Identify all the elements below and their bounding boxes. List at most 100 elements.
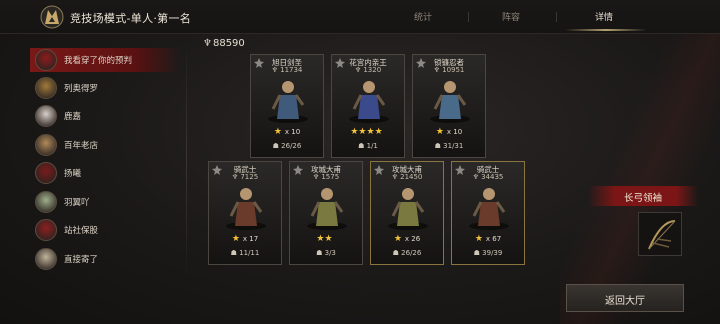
tab-statistics[interactable]: 统计 bbox=[414, 10, 432, 23]
player-item[interactable]: 鹿嘉 bbox=[30, 104, 180, 128]
unit-portrait bbox=[226, 188, 266, 230]
star-icons: ★ bbox=[273, 127, 282, 137]
star-rating: ★ x 26 bbox=[371, 234, 443, 244]
unit-multiplier: x 10 bbox=[284, 128, 301, 136]
star-icons: ★★ bbox=[316, 234, 333, 244]
power-icon: ♆ bbox=[203, 38, 212, 49]
unit-power: ♆ 1575 bbox=[290, 173, 362, 181]
unit-card[interactable]: 骑武士 ♆ 7125 ★ x 17 ☗ 11/11 bbox=[208, 161, 282, 265]
star-icons: ★ bbox=[231, 234, 240, 244]
troops-icon: ☗ bbox=[230, 249, 240, 257]
star-rating: ★ x 17 bbox=[209, 234, 281, 244]
player-name: 站社保股 bbox=[64, 226, 99, 236]
unit-power: ♆ 11734 bbox=[251, 66, 323, 74]
troop-count-value: 26/26 bbox=[281, 142, 302, 150]
item-slot[interactable] bbox=[638, 212, 682, 256]
tab-divider bbox=[468, 12, 469, 22]
star-icons: ★ bbox=[435, 127, 444, 137]
troop-count: ☗ 26/26 bbox=[251, 142, 323, 150]
player-item[interactable]: 羽翼吖 bbox=[30, 190, 180, 214]
avatar bbox=[35, 49, 57, 71]
star-icons: ★★★★ bbox=[350, 127, 383, 137]
player-name: 鹿嘉 bbox=[64, 112, 82, 122]
page-title: 竞技场模式-单人·第一名 bbox=[70, 12, 192, 25]
unit-power-value: 1575 bbox=[321, 173, 340, 181]
troop-count: ☗ 31/31 bbox=[413, 142, 485, 150]
total-power: ♆88590 bbox=[203, 38, 245, 49]
power-icon: ♆ bbox=[391, 173, 401, 181]
unit-portrait bbox=[388, 188, 428, 230]
troops-icon: ☗ bbox=[434, 142, 444, 150]
avatar bbox=[35, 105, 57, 127]
power-value: 88590 bbox=[212, 38, 245, 49]
return-lobby-label: 返回大厅 bbox=[605, 296, 645, 307]
player-item[interactable]: 直接寄了 bbox=[30, 247, 180, 271]
troop-count-value: 31/31 bbox=[443, 142, 464, 150]
troops-icon: ☗ bbox=[473, 249, 483, 257]
player-item[interactable]: 站社保股 bbox=[30, 218, 180, 242]
helmet-logo-icon bbox=[40, 5, 64, 29]
player-name: 扬曦 bbox=[64, 169, 82, 179]
troop-count: ☗ 11/11 bbox=[209, 249, 281, 257]
star-icons: ★ bbox=[393, 234, 402, 244]
return-lobby-button[interactable]: 返回大厅 bbox=[566, 284, 684, 312]
star-icons: ★ bbox=[474, 234, 483, 244]
unit-card[interactable]: 锁镰忍者 ♆ 10951 ★ x 10 ☗ 31/31 bbox=[412, 54, 486, 158]
unit-card[interactable]: 花宫内亲王 ♆ 1320 ★★★★ ☗ 1/1 bbox=[331, 54, 405, 158]
unit-power-value: 21450 bbox=[400, 173, 423, 181]
unit-power: ♆ 10951 bbox=[413, 66, 485, 74]
tab-divider bbox=[556, 12, 557, 22]
avatar bbox=[35, 191, 57, 213]
avatar bbox=[35, 77, 57, 99]
power-icon: ♆ bbox=[433, 66, 443, 74]
troop-count: ☗ 1/1 bbox=[332, 142, 404, 150]
unit-power-value: 34435 bbox=[481, 173, 504, 181]
unit-multiplier: x 26 bbox=[404, 235, 421, 243]
unit-card[interactable]: 骑武士 ♆ 34435 ★ x 67 ☗ 39/39 bbox=[451, 161, 525, 265]
star-rating: ★★★★ bbox=[332, 127, 404, 137]
star-rating: ★ x 67 bbox=[452, 234, 524, 244]
unit-power: ♆ 1320 bbox=[332, 66, 404, 74]
unit-portrait bbox=[268, 81, 308, 123]
player-name: 我看穿了你的预判 bbox=[64, 56, 133, 66]
unit-multiplier: x 17 bbox=[242, 235, 259, 243]
unit-card[interactable]: 攻城大甫 ♆ 1575 ★★ ☗ 3/3 bbox=[289, 161, 363, 265]
player-item[interactable]: 扬曦 bbox=[30, 161, 180, 185]
troops-icon: ☗ bbox=[272, 142, 282, 150]
player-item[interactable]: 百年老店 bbox=[30, 133, 180, 157]
tab-details[interactable]: 详情 bbox=[595, 10, 613, 23]
unit-power: ♆ 21450 bbox=[371, 173, 443, 181]
troop-count-value: 11/11 bbox=[239, 249, 260, 257]
unit-portrait bbox=[430, 81, 470, 123]
troop-count-value: 3/3 bbox=[324, 249, 336, 257]
unit-power-value: 1320 bbox=[363, 66, 382, 74]
tab-lineup[interactable]: 阵容 bbox=[502, 10, 520, 23]
power-icon: ♆ bbox=[472, 173, 482, 181]
troop-count-value: 26/26 bbox=[401, 249, 422, 257]
troop-count: ☗ 3/3 bbox=[290, 249, 362, 257]
player-name: 羽翼吖 bbox=[64, 198, 90, 208]
troop-count-value: 39/39 bbox=[482, 249, 503, 257]
item-title: 长弓领袖 bbox=[623, 193, 662, 204]
player-name: 直接寄了 bbox=[64, 255, 99, 265]
troop-count: ☗ 39/39 bbox=[452, 249, 524, 257]
troops-icon: ☗ bbox=[358, 142, 367, 150]
unit-power-value: 11734 bbox=[280, 66, 303, 74]
player-name: 列奥得罗 bbox=[64, 84, 99, 94]
player-item[interactable]: 我看穿了你的预判 bbox=[30, 48, 180, 72]
unit-portrait bbox=[349, 81, 389, 123]
longbow-icon bbox=[648, 220, 676, 250]
header-bar: 竞技场模式-单人·第一名 统计 阵容 详情 bbox=[0, 0, 720, 34]
unit-card[interactable]: 攻城大甫 ♆ 21450 ★ x 26 ☗ 26/26 bbox=[370, 161, 444, 265]
unit-power-value: 10951 bbox=[442, 66, 465, 74]
star-rating: ★★ bbox=[290, 234, 362, 244]
unit-portrait bbox=[307, 188, 347, 230]
troop-count: ☗ 26/26 bbox=[371, 249, 443, 257]
unit-card[interactable]: 旭日剑圣 ♆ 11734 ★ x 10 ☗ 26/26 bbox=[250, 54, 324, 158]
star-rating: ★ x 10 bbox=[251, 127, 323, 137]
player-item[interactable]: 列奥得罗 bbox=[30, 76, 180, 100]
unit-power-value: 7125 bbox=[240, 173, 259, 181]
troop-count-value: 1/1 bbox=[366, 142, 378, 150]
avatar bbox=[35, 162, 57, 184]
unit-power: ♆ 34435 bbox=[452, 173, 524, 181]
